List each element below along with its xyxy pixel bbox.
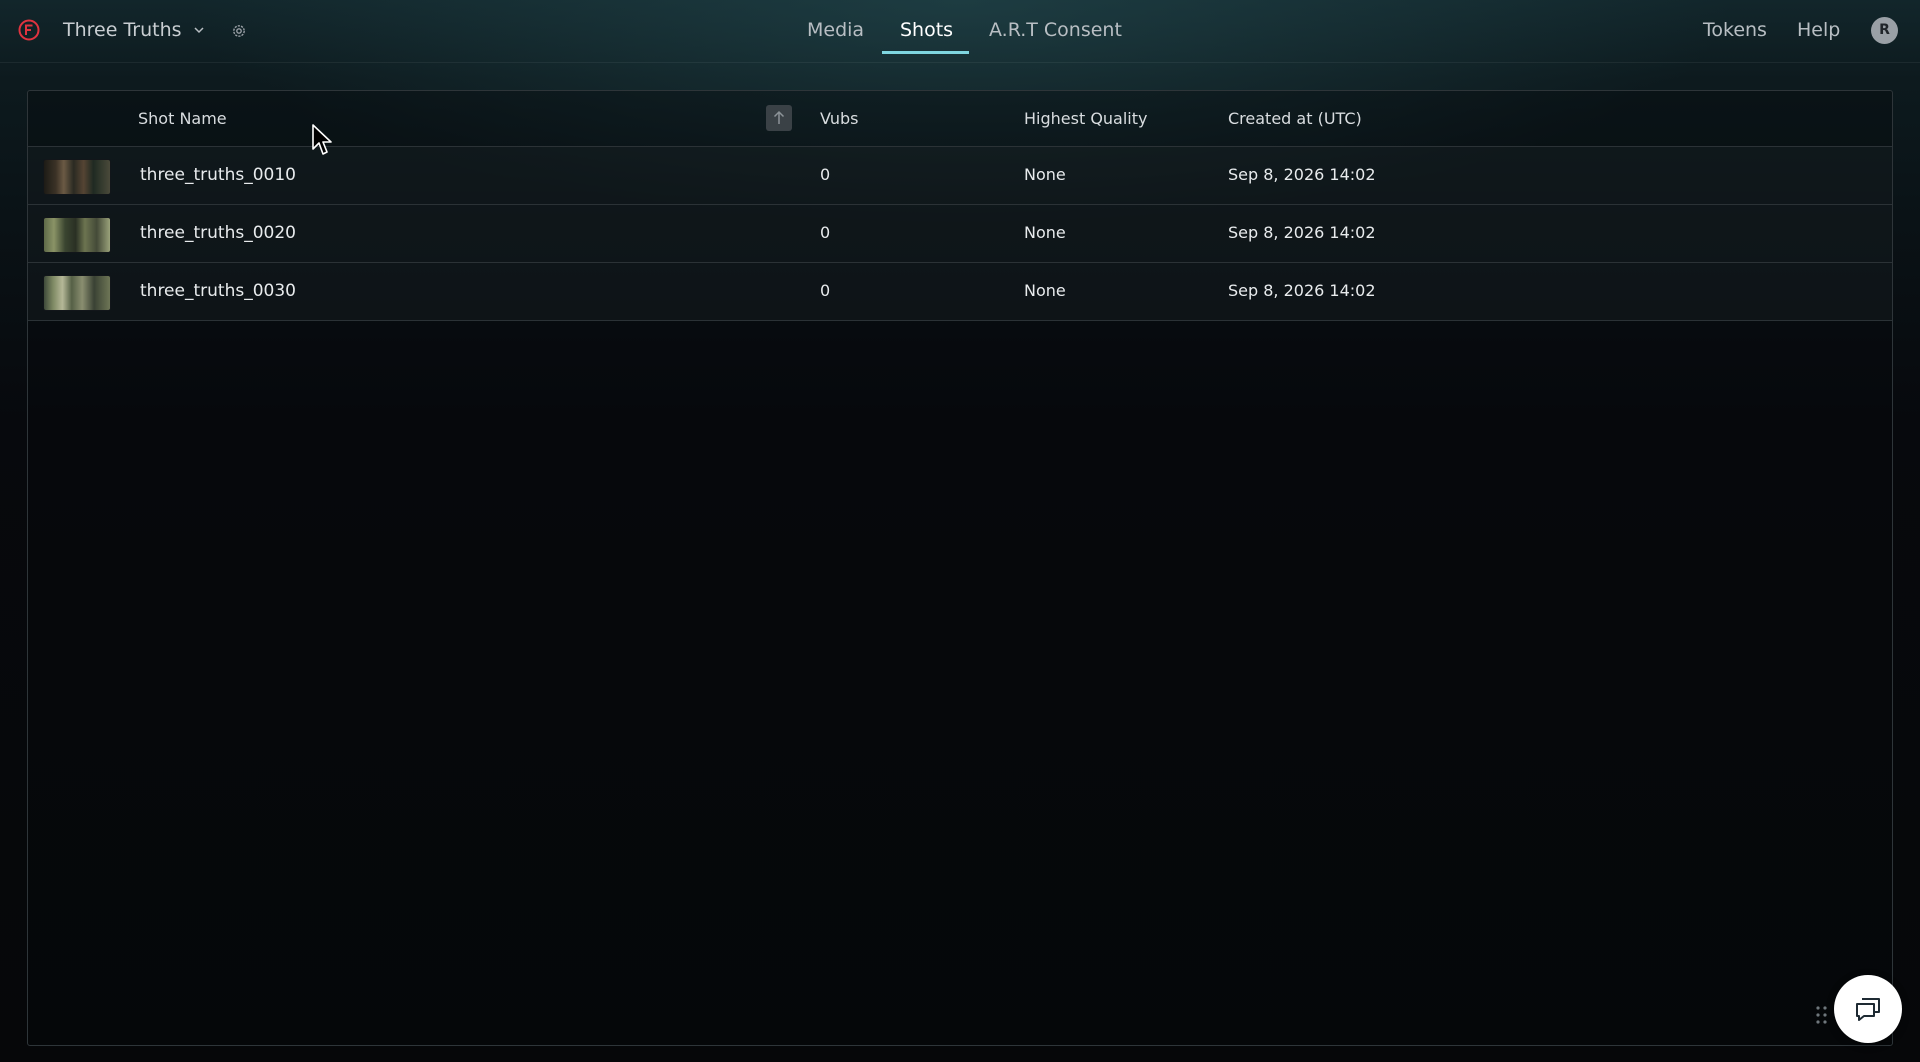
vubs-count: 0 [820, 223, 831, 242]
mouse-pointer-icon [312, 124, 332, 155]
shot-thumbnail [43, 217, 111, 253]
highest-quality: None [1024, 223, 1066, 242]
table-row[interactable]: three_truths_0010 0 None Sep 8, 2026 14:… [28, 147, 1892, 205]
main-nav: Media Shots A.R.T Consent [0, 0, 1920, 62]
shot-name: three_truths_0030 [140, 281, 296, 301]
tokens-link[interactable]: Tokens [1703, 19, 1767, 41]
chat-button[interactable] [1834, 975, 1902, 1043]
created-at: Sep 8, 2026 14:02 [1228, 281, 1376, 300]
avatar[interactable]: R [1871, 17, 1898, 44]
top-bar: Three Truths Media Shots A.R.T Consent T… [0, 0, 1920, 63]
tab-art-consent[interactable]: A.R.T Consent [989, 19, 1122, 41]
tab-shots[interactable]: Shots [900, 19, 953, 41]
shot-name: three_truths_0020 [140, 223, 296, 243]
table-row[interactable]: three_truths_0030 0 None Sep 8, 2026 14:… [28, 263, 1892, 321]
shots-table: Shot Name Vubs Highest Quality Created a… [27, 90, 1893, 1046]
app-logo-icon[interactable] [18, 19, 40, 41]
help-link[interactable]: Help [1797, 19, 1840, 41]
column-header-shot-name[interactable]: Shot Name [138, 109, 227, 128]
active-tab-indicator [882, 51, 969, 54]
gear-icon[interactable] [230, 22, 248, 40]
shot-thumbnail [43, 159, 111, 195]
column-header-highest-quality[interactable]: Highest Quality [1024, 109, 1147, 128]
vubs-count: 0 [820, 281, 831, 300]
highest-quality: None [1024, 165, 1066, 184]
created-at: Sep 8, 2026 14:02 [1228, 223, 1376, 242]
arrow-up-icon [773, 110, 785, 124]
vubs-count: 0 [820, 165, 831, 184]
chat-bubbles-icon [1856, 998, 1880, 1021]
created-at: Sep 8, 2026 14:02 [1228, 165, 1376, 184]
shot-name: three_truths_0010 [140, 165, 296, 185]
shot-thumbnail [43, 275, 111, 311]
project-name: Three Truths [63, 19, 182, 41]
sort-button[interactable] [766, 105, 792, 131]
highest-quality: None [1024, 281, 1066, 300]
project-selector[interactable]: Three Truths [63, 19, 206, 41]
column-header-vubs[interactable]: Vubs [820, 109, 859, 128]
tab-media[interactable]: Media [807, 19, 864, 41]
column-header-created-at[interactable]: Created at (UTC) [1228, 109, 1362, 128]
drag-handle-icon[interactable] [1814, 1004, 1830, 1026]
chevron-down-icon [194, 27, 204, 34]
table-row[interactable]: three_truths_0020 0 None Sep 8, 2026 14:… [28, 205, 1892, 263]
table-header: Shot Name Vubs Highest Quality Created a… [28, 91, 1892, 147]
